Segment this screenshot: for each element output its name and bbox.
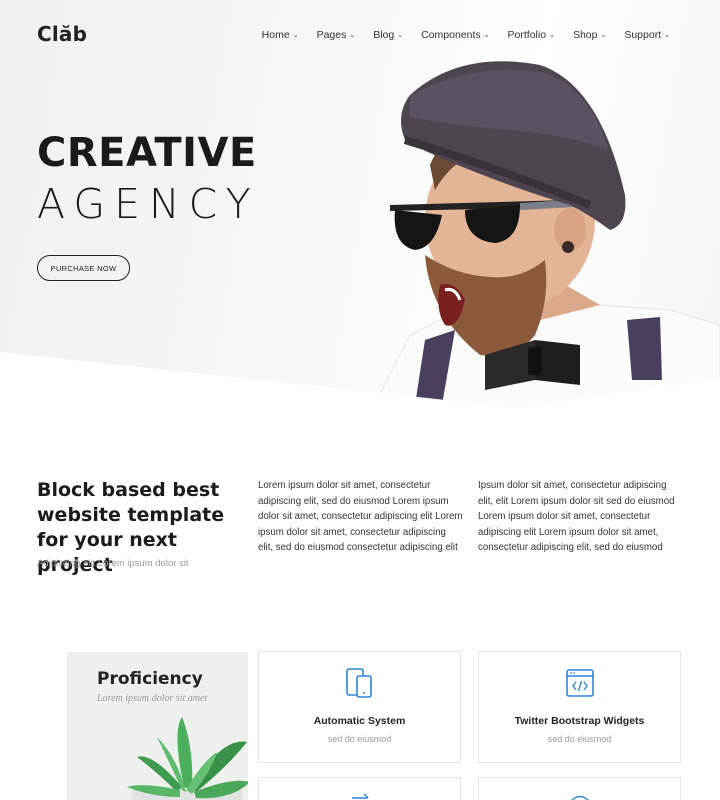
succulent-plant-image: [127, 717, 248, 800]
nav-label: Support: [624, 29, 662, 41]
feature-card-partial[interactable]: [478, 777, 681, 800]
feature-title: Twitter Bootstrap Widgets: [514, 715, 645, 727]
devices-icon: [345, 668, 372, 698]
about-text-column-1: Lorem ipsum dolor sit amet, consectetur …: [258, 480, 463, 553]
hero-section: Clăb Home ⌄ Pages ⌄ Blog ⌄ Components ⌄ Port…: [0, 0, 720, 410]
about-subheading: Adipiscing elit Lorem ipsum dolor sit: [37, 558, 189, 569]
hero-title-line2: AGENCY: [37, 180, 260, 228]
feature-title: Automatic System: [313, 715, 406, 727]
about-text-column-2: Ipsum dolor sit amet, consectetur adipis…: [478, 480, 675, 553]
arrows-icon: [351, 793, 369, 799]
nav-item-portfolio[interactable]: Portfolio ⌄: [508, 29, 555, 41]
hero-title-line1: CREATIVE: [37, 130, 257, 176]
nav-label: Components: [421, 29, 481, 41]
code-window-icon: [565, 669, 594, 697]
chevron-down-icon: ⌄: [397, 32, 404, 39]
nav-item-shop[interactable]: Shop ⌄: [573, 29, 606, 41]
chevron-down-icon: ⌄: [349, 32, 356, 39]
purchase-now-button[interactable]: PURCHASE NOW: [37, 255, 130, 281]
chevron-down-icon: ⌄: [600, 32, 607, 39]
feature-card-bootstrap-widgets[interactable]: Twitter Bootstrap Widgets sed do eiusmod: [478, 651, 681, 763]
chevron-down-icon: ⌄: [483, 32, 490, 39]
nav-item-home[interactable]: Home ⌄: [262, 29, 299, 41]
nav-item-support[interactable]: Support ⌄: [624, 29, 670, 41]
main-nav: Home ⌄ Pages ⌄ Blog ⌄ Components ⌄ Portfolio…: [262, 29, 670, 41]
chevron-down-icon: ⌄: [549, 32, 555, 39]
feature-card-automatic-system[interactable]: Automatic System sed do eiusmod: [258, 651, 461, 763]
nav-label: Pages: [316, 29, 347, 41]
brand-logo[interactable]: Clăb: [37, 22, 87, 46]
nav-label: Shop: [572, 29, 598, 41]
nav-label: Home: [261, 29, 290, 41]
nav-item-blog[interactable]: Blog ⌄: [373, 29, 403, 41]
proficiency-card: Proficiency Lorem ipsum dolor sit amet: [67, 652, 248, 800]
feature-subtitle: sed do eiusmod: [547, 734, 612, 744]
feature-subtitle: sed do eiusmod: [327, 734, 392, 744]
proficiency-title: Proficiency: [97, 669, 203, 689]
nav-label: Blog: [373, 29, 395, 41]
wifi-icon: [570, 795, 589, 800]
proficiency-subtitle: Lorem ipsum dolor sit amet: [97, 693, 208, 704]
nav-item-components[interactable]: Components ⌄: [421, 29, 489, 41]
feature-card-partial[interactable]: [258, 777, 461, 800]
chevron-down-icon: ⌄: [664, 32, 670, 39]
nav-label: Portfolio: [507, 29, 547, 41]
chevron-down-icon: ⌄: [292, 32, 299, 39]
nav-item-pages[interactable]: Pages ⌄: [317, 29, 356, 41]
